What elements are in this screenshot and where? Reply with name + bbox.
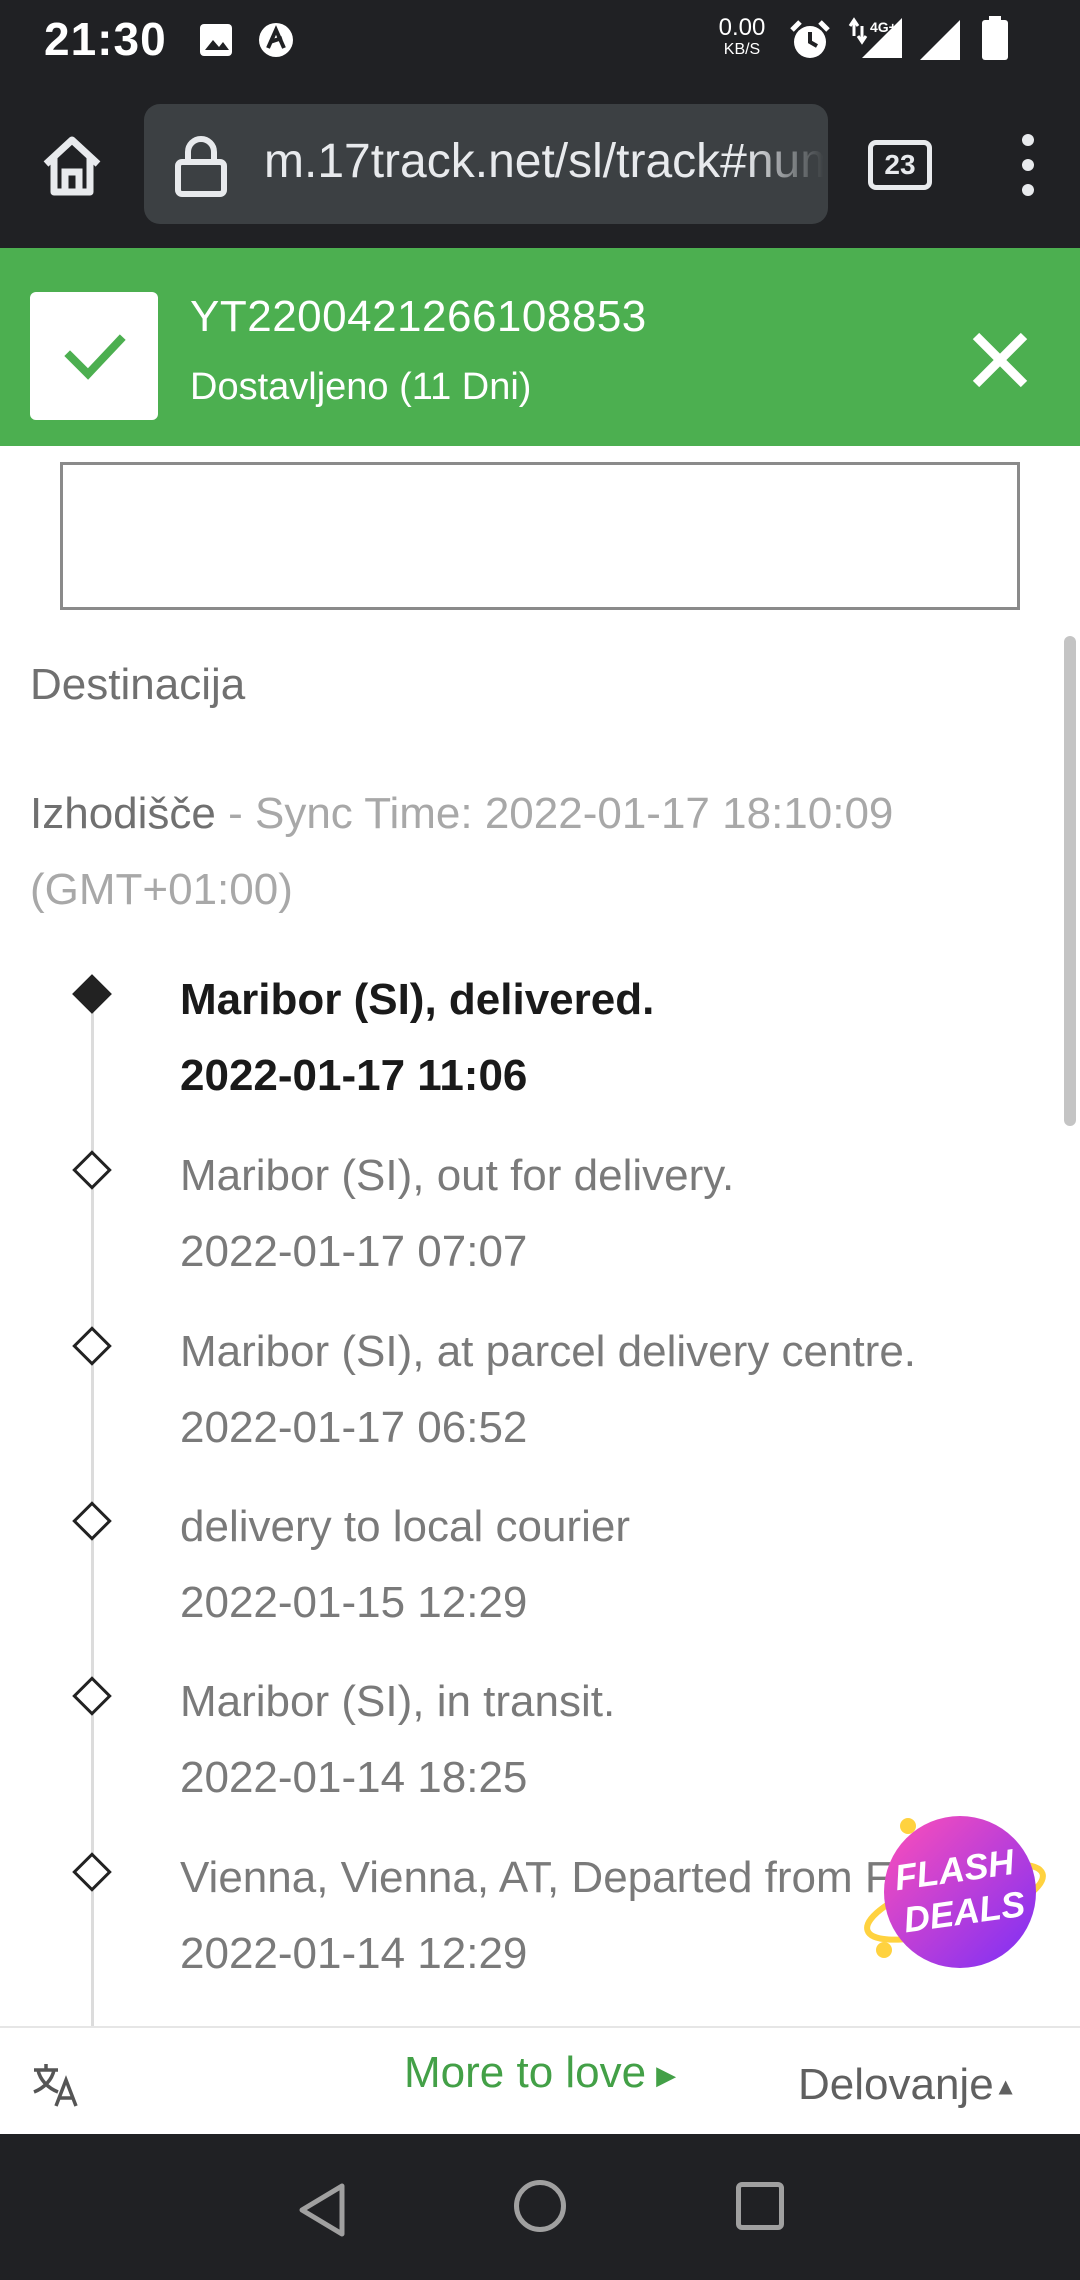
event-text: delivery to local courier 2022-01-15 12:… — [180, 1489, 1040, 1641]
caret-right-icon: ▶ — [656, 2059, 677, 2090]
event-text: Maribor (SI), in transit. 2022-01-14 18:… — [180, 1664, 1040, 1816]
event-description: Maribor (SI), out for delivery. — [180, 1151, 735, 1200]
close-icon[interactable] — [968, 328, 1032, 392]
address-bar[interactable]: m.17track.net/sl/track#nums — [144, 104, 828, 224]
lock-icon[interactable] — [172, 134, 230, 198]
url-text[interactable]: m.17track.net/sl/track#nums — [264, 134, 824, 194]
event-text: Maribor (SI), delivered. 2022-01-17 11:0… — [180, 962, 1040, 1114]
vpn-icon — [259, 23, 293, 57]
mobile-data-icon: 4G+ — [848, 17, 902, 58]
network-type: 4G+ — [870, 19, 897, 35]
event-text: Maribor (SI), out for delivery. 2022-01-… — [180, 1138, 1040, 1290]
status-time: 21:30 — [44, 13, 167, 65]
more-to-love-link[interactable]: More to love ▶ — [404, 2048, 676, 2098]
event-marker-icon — [72, 1326, 112, 1366]
home-icon[interactable] — [32, 126, 112, 206]
translate-icon[interactable] — [30, 2060, 80, 2110]
event-marker-icon — [72, 1852, 112, 1892]
event-time: 2022-01-15 12:29 — [180, 1578, 528, 1627]
more-to-love-label: More to love — [404, 2048, 647, 2097]
event-time: 2022-01-14 18:25 — [180, 1753, 528, 1802]
tracking-status: Dostavljeno (11 Dni) — [190, 366, 532, 408]
tabs-button[interactable]: 23 — [868, 140, 932, 190]
check-icon — [64, 334, 126, 380]
origin-label[interactable]: Izhodišče — [30, 789, 216, 838]
bottom-bar: More to love ▶ Delovanje▲ — [0, 2026, 1080, 2134]
image-icon — [200, 24, 232, 56]
home-circle-icon[interactable] — [514, 2180, 566, 2232]
tracking-details: Destinacija Izhodišče - Sync Time: 2022-… — [0, 446, 1080, 2026]
back-icon[interactable] — [296, 2182, 348, 2238]
system-nav-bar — [0, 2134, 1080, 2280]
event-marker-icon — [72, 1676, 112, 1716]
browser-toolbar: m.17track.net/sl/track#nums 23 — [0, 78, 1080, 248]
status-bar: 21:30 0.00 KB/S 4G+ — [0, 0, 1080, 78]
flash-deals-button[interactable]: FLASH DEALS — [860, 1810, 1050, 1980]
tracking-header: YT2200421266108853 Dostavljeno (11 Dni) — [0, 248, 1080, 446]
event-marker-icon — [72, 1150, 112, 1190]
event-time: 2022-01-17 11:06 — [180, 1051, 528, 1100]
event-text: Maribor (SI), at parcel delivery centre.… — [180, 1314, 1040, 1466]
origin-line: Izhodišče - Sync Time: 2022-01-17 18:10:… — [30, 776, 1010, 928]
network-speed: 0.00 KB/S — [714, 16, 770, 58]
battery-icon — [982, 16, 1008, 60]
event-description: Maribor (SI), delivered. — [180, 975, 655, 1024]
scrollbar[interactable] — [1064, 636, 1076, 1126]
actions-label: Delovanje — [798, 2060, 994, 2109]
network-speed-unit: KB/S — [723, 41, 761, 58]
event-marker-icon — [72, 1501, 112, 1541]
menu-icon[interactable] — [1010, 134, 1046, 198]
ad-placeholder — [60, 462, 1020, 610]
destination-label[interactable]: Destinacija — [30, 660, 245, 710]
signal-icon — [920, 20, 960, 60]
tracking-number: YT2200421266108853 — [190, 292, 647, 341]
event-description: delivery to local courier — [180, 1502, 630, 1551]
actions-menu-button[interactable]: Delovanje▲ — [798, 2060, 1017, 2110]
recents-icon[interactable] — [736, 2182, 784, 2230]
caret-up-icon: ▲ — [993, 2073, 1018, 2101]
event-marker-icon — [72, 974, 112, 1014]
event-time: 2022-01-17 07:07 — [180, 1227, 528, 1276]
network-speed-value: 0.00 — [718, 14, 766, 41]
alarm-icon — [790, 20, 830, 58]
event-description: Maribor (SI), at parcel delivery centre. — [180, 1327, 917, 1376]
select-checkbox[interactable] — [30, 292, 158, 420]
event-description: Maribor (SI), in transit. — [180, 1677, 616, 1726]
event-time: 2022-01-17 06:52 — [180, 1403, 528, 1452]
